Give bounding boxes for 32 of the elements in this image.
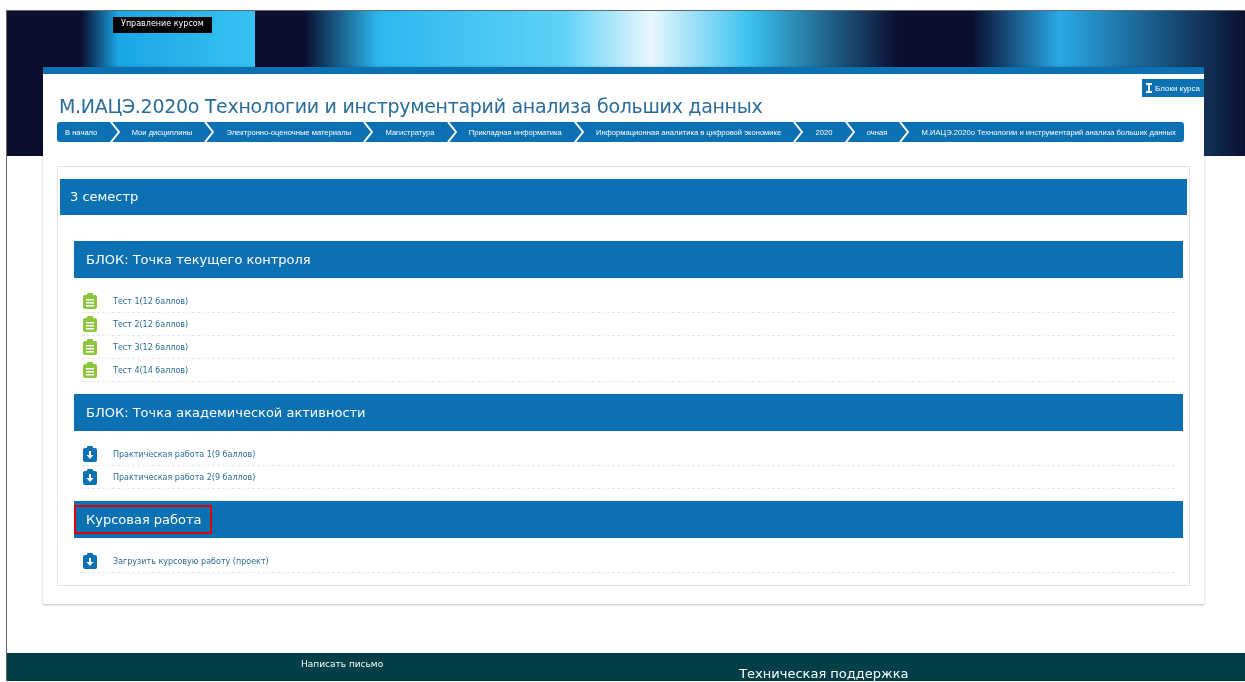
download-clipboard-icon [82,553,98,569]
course-title: М.ИАЦЭ.2020о Технологии и инструментарий анализа больших данных [59,95,763,117]
block-title: БЛОК: Точка текущего контроля [85,251,312,269]
resize-icon [1146,83,1153,93]
download-clipboard-icon [82,469,98,485]
clipboard-icon [82,293,98,309]
chevron-icon [793,122,804,142]
download-clipboard-icon [82,446,98,462]
chevron-icon [109,122,120,142]
clipboard-icon [82,362,98,378]
activity-link[interactable]: Практическая работа 2(9 баллов) [113,472,256,482]
chevron-icon [899,122,910,142]
chevron-icon [363,122,374,142]
course-blocks-button[interactable]: Блоки курса [1142,79,1204,97]
course-admin-link[interactable]: Управление курсом [113,17,212,33]
clipboard-icon [82,316,98,332]
section-header: 3 семестр [60,179,1187,215]
chevron-icon [844,122,855,142]
block-title: Курсовая работа [74,505,212,534]
activity-link[interactable]: Практическая работа 1(9 баллов) [113,449,256,459]
activity-link[interactable]: Тест 2(12 баллов) [113,319,189,329]
activity-link[interactable]: Загрузить курсовую работу (проект) [113,556,269,566]
footer-title: Техническая поддержка [739,666,909,681]
activity-link[interactable]: Тест 1(12 баллов) [113,296,189,306]
block-title: БЛОК: Точка академической активности [85,404,367,422]
chevron-icon [446,122,457,142]
activity-link[interactable]: Тест 4(14 баллов) [113,365,189,375]
clipboard-icon [82,339,98,355]
activity-link[interactable]: Тест 3(12 баллов) [113,342,189,352]
write-letter-link[interactable]: Написать письмо [301,659,384,669]
chevron-icon [573,122,584,142]
chevron-icon [204,122,215,142]
